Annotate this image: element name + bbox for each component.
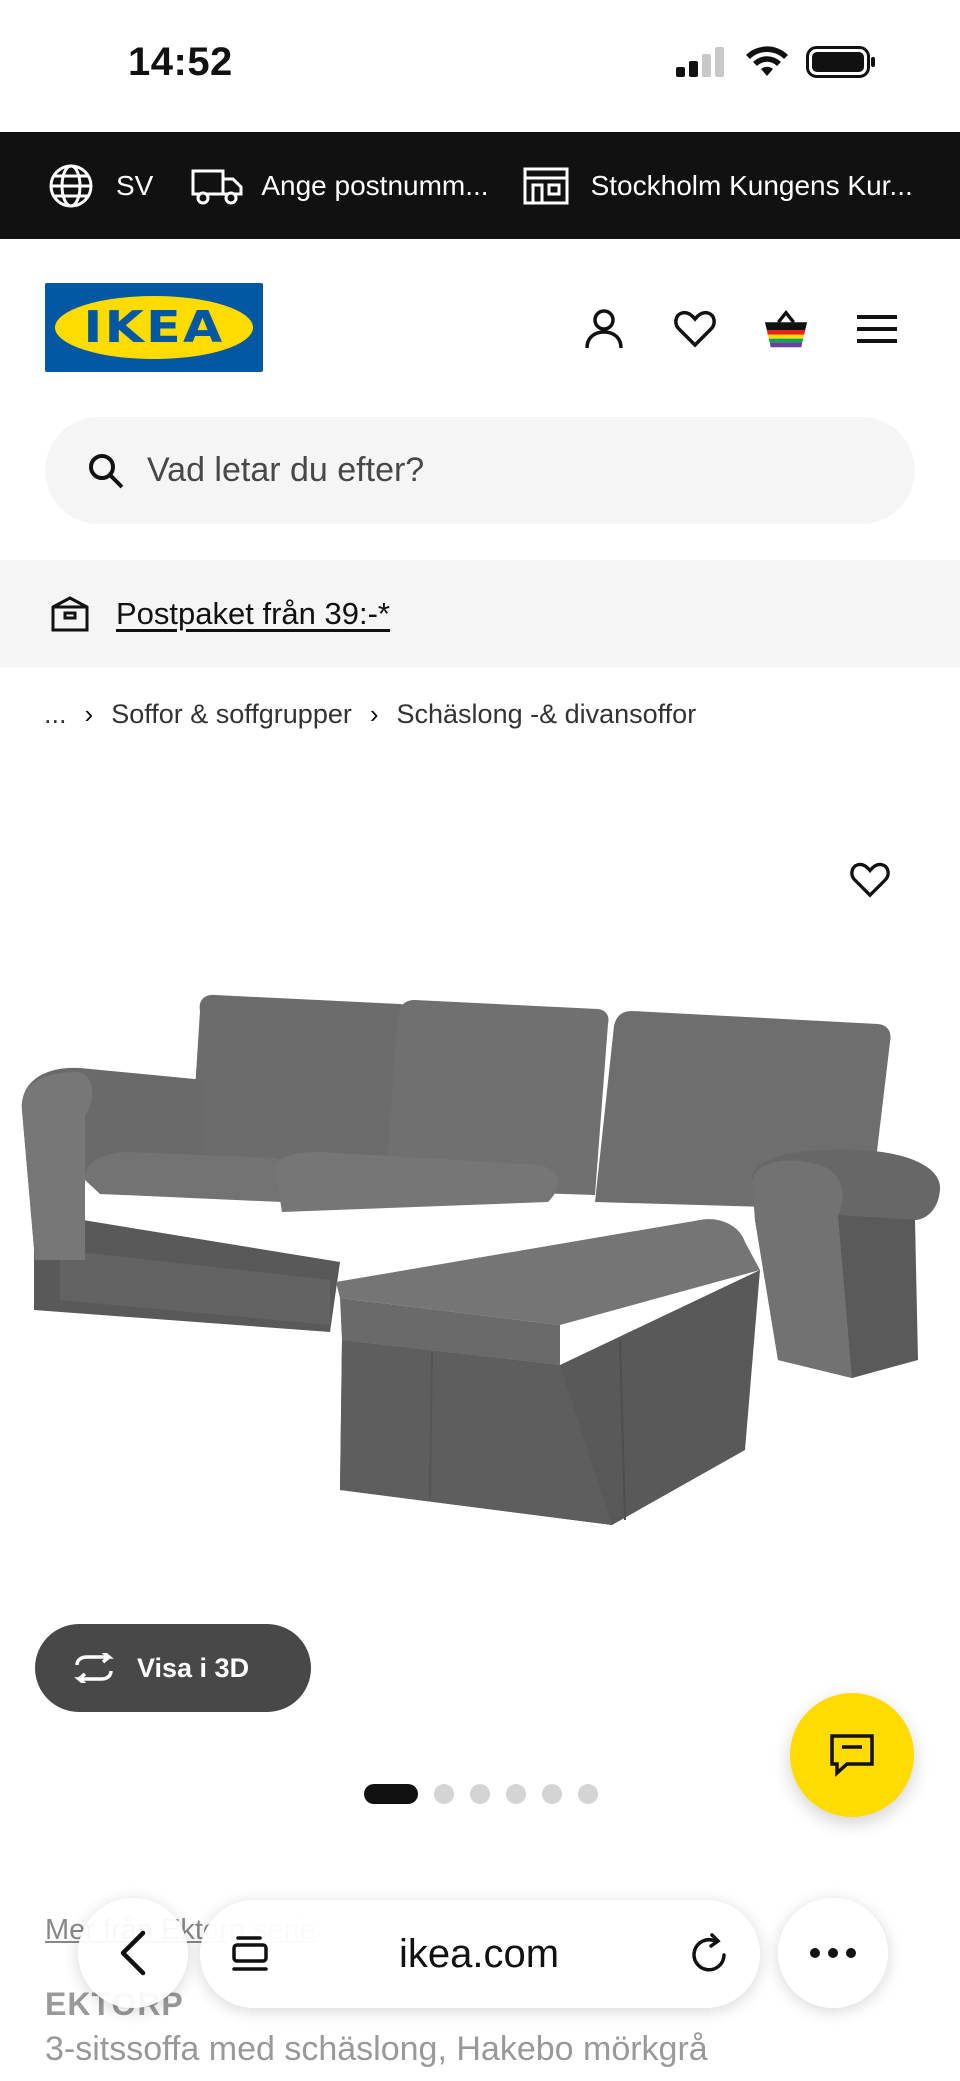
url-text: ikea.com <box>398 1931 560 1976</box>
account-button[interactable] <box>581 306 627 352</box>
chat-button[interactable] <box>790 1693 914 1817</box>
utility-bar: SV Ange postnumm... Stockholm Kungens Ku… <box>0 132 960 239</box>
carousel-indicator <box>364 1784 598 1804</box>
reload-icon[interactable] <box>688 1933 730 1975</box>
cart-icon <box>764 310 808 348</box>
chevron-left-icon <box>120 1930 146 1976</box>
promo-banner: Postpaket från 39:-* <box>0 560 960 667</box>
cellular-signal-icon <box>676 47 724 77</box>
breadcrumb: ... › Soffor & soffgrupper › Schäslong -… <box>44 694 696 734</box>
carousel-dot-4[interactable] <box>506 1784 526 1804</box>
language-selector[interactable]: SV <box>48 132 153 239</box>
back-button[interactable] <box>78 1898 188 2008</box>
header: IKEA <box>0 239 960 417</box>
logo-text: IKEA <box>83 302 225 353</box>
carousel-dot-3[interactable] <box>470 1784 490 1804</box>
carousel-dot-2[interactable] <box>434 1784 454 1804</box>
heart-icon <box>850 862 890 898</box>
battery-icon <box>806 46 875 78</box>
breadcrumb-ellipsis[interactable]: ... <box>44 699 67 730</box>
header-actions <box>581 306 900 352</box>
view-in-3d-button[interactable]: Visa i 3D <box>35 1624 311 1712</box>
more-dot-icon <box>828 1948 838 1958</box>
view-in-3d-label: Visa i 3D <box>137 1652 250 1683</box>
truck-icon <box>191 169 243 204</box>
status-icons <box>676 46 876 78</box>
menu-button[interactable] <box>854 306 900 352</box>
browser-toolbar: ikea.com <box>0 1890 960 2020</box>
wifi-icon <box>746 46 788 76</box>
more-dot-icon <box>846 1948 856 1958</box>
rotate-3d-icon <box>74 1653 114 1683</box>
product-description: 3-sitssoffa med schäslong, Hakebo mörkgr… <box>45 2030 708 2068</box>
search-input[interactable] <box>147 451 847 490</box>
breadcrumb-item-chaise-sofas[interactable]: Schäslong -& divansoffor <box>397 699 697 730</box>
chevron-right-icon: › <box>84 698 94 729</box>
carousel-dot-6[interactable] <box>578 1784 598 1804</box>
menu-icon <box>857 315 897 343</box>
store-selector[interactable]: Stockholm Kungens Kur... <box>523 132 913 239</box>
chevron-right-icon: › <box>369 698 379 729</box>
search-icon <box>89 453 124 488</box>
breadcrumb-item-sofas[interactable]: Soffor & soffgrupper <box>111 699 352 730</box>
more-dot-icon <box>810 1948 820 1958</box>
parcel-icon <box>51 595 89 631</box>
more-options-button[interactable] <box>778 1898 888 2008</box>
chat-icon <box>830 1734 874 1777</box>
promo-link[interactable]: Postpaket från 39:-* <box>116 596 390 632</box>
cart-button[interactable] <box>763 306 809 352</box>
globe-icon <box>49 164 93 207</box>
status-time: 14:52 <box>128 40 233 84</box>
product-image <box>21 994 941 1525</box>
user-icon <box>585 309 623 349</box>
favourites-button[interactable] <box>672 306 718 352</box>
carousel-dot-1[interactable] <box>364 1784 418 1804</box>
product-gallery[interactable] <box>0 760 960 1680</box>
postcode-selector[interactable]: Ange postnumm... <box>191 132 489 239</box>
postcode-label: Ange postnumm... <box>261 169 489 201</box>
search-bar[interactable] <box>45 417 915 524</box>
heart-icon <box>674 310 716 348</box>
tabs-icon <box>232 1936 268 1971</box>
add-to-favourites-button[interactable] <box>846 856 894 904</box>
store-label: Stockholm Kungens Kur... <box>590 169 913 201</box>
status-bar: 14:52 <box>0 0 960 132</box>
address-bar[interactable]: ikea.com <box>200 1900 760 2008</box>
store-icon <box>523 167 569 204</box>
carousel-dot-5[interactable] <box>542 1784 562 1804</box>
ikea-logo[interactable]: IKEA <box>45 283 263 372</box>
language-label: SV <box>116 169 154 201</box>
